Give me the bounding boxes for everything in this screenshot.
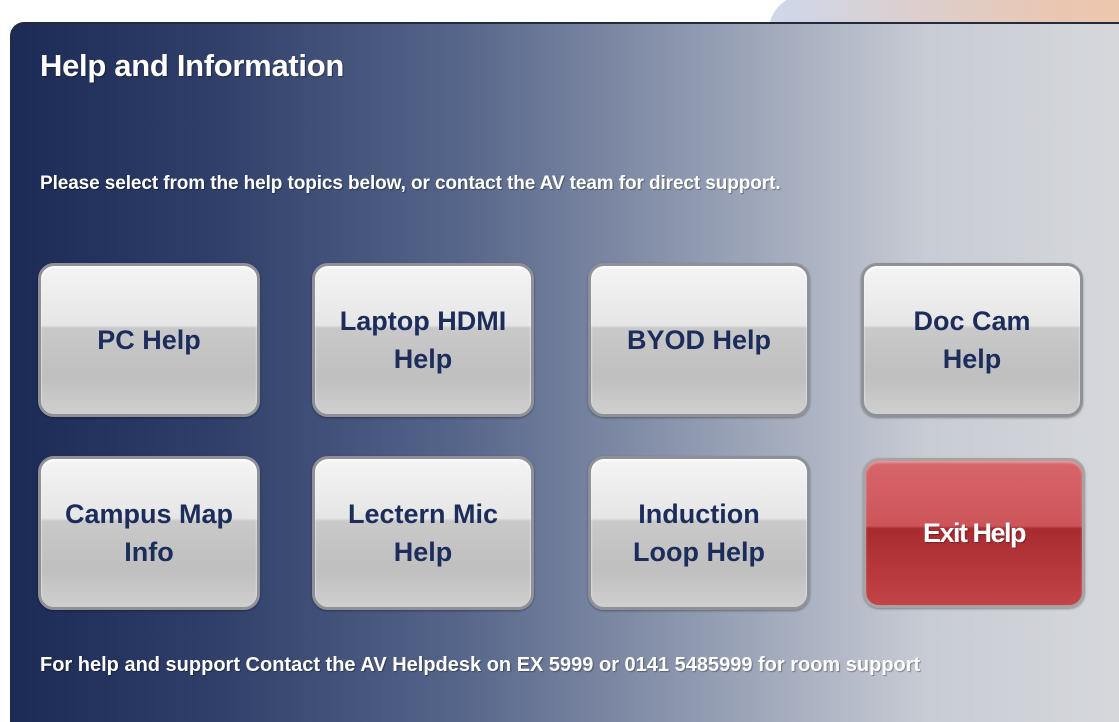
doc-cam-help-button[interactable]: Doc Cam Help bbox=[861, 263, 1083, 417]
laptop-hdmi-help-label: Laptop HDMI Help bbox=[339, 306, 507, 374]
pc-help-label: PC Help bbox=[97, 325, 201, 355]
byod-help-label: BYOD Help bbox=[626, 325, 772, 355]
induction-loop-help-button[interactable]: Induction Loop Help bbox=[588, 456, 810, 610]
induction-loop-help-label: Induction Loop Help bbox=[633, 499, 765, 567]
pc-help-button[interactable]: PC Help bbox=[38, 263, 260, 417]
campus-map-info-label: Campus Map Info bbox=[64, 499, 234, 567]
instruction-text: Please select from the help topics below… bbox=[40, 173, 781, 194]
page-title: Help and Information bbox=[40, 48, 345, 83]
campus-map-info-button[interactable]: Campus Map Info bbox=[38, 456, 260, 610]
lectern-mic-help-label: Lectern Mic Help bbox=[347, 499, 499, 567]
screen: Help and Information Please select from … bbox=[0, 0, 1119, 722]
lectern-mic-help-button[interactable]: Lectern Mic Help bbox=[312, 456, 534, 610]
exit-help-button[interactable]: Exit Help bbox=[863, 458, 1085, 608]
laptop-hdmi-help-button[interactable]: Laptop HDMI Help bbox=[312, 263, 534, 417]
exit-help-label: Exit Help bbox=[922, 518, 1027, 548]
byod-help-button[interactable]: BYOD Help bbox=[588, 263, 810, 417]
support-contact-text: For help and support Contact the AV Help… bbox=[40, 654, 921, 676]
doc-cam-help-label: Doc Cam Help bbox=[913, 306, 1031, 374]
